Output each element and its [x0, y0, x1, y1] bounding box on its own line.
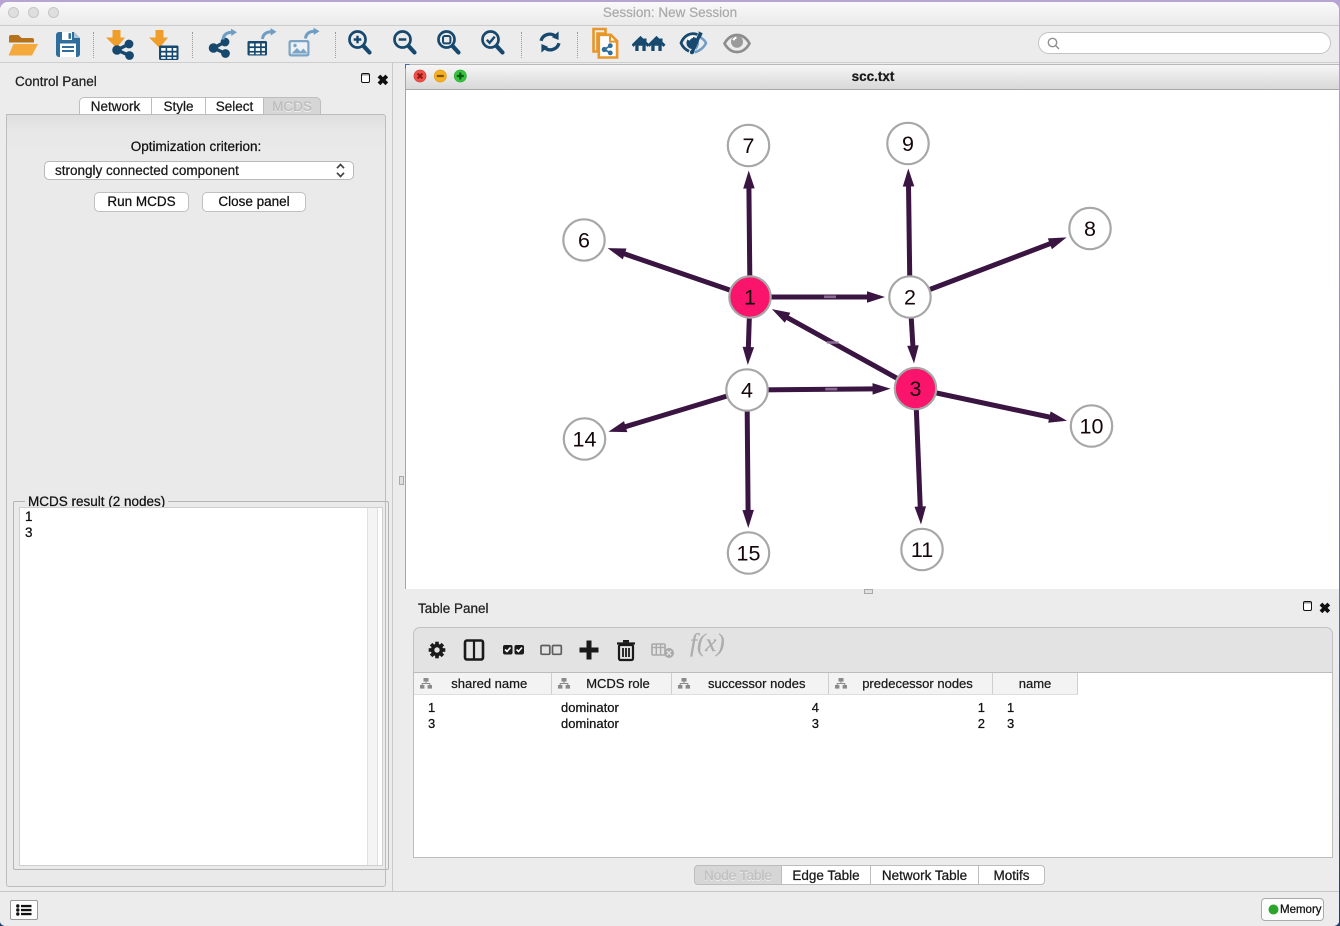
svg-text:3: 3: [910, 377, 922, 401]
svg-text:8: 8: [1084, 217, 1096, 241]
svg-text:4: 4: [741, 379, 753, 403]
svg-text:1: 1: [744, 286, 756, 310]
svg-text:10: 10: [1080, 415, 1104, 439]
svg-text:11: 11: [911, 538, 933, 562]
svg-text:2: 2: [904, 286, 916, 310]
svg-text:7: 7: [743, 134, 755, 158]
svg-text:9: 9: [902, 132, 914, 156]
svg-text:14: 14: [573, 428, 597, 452]
svg-text:6: 6: [578, 229, 590, 253]
svg-text:15: 15: [737, 542, 761, 566]
